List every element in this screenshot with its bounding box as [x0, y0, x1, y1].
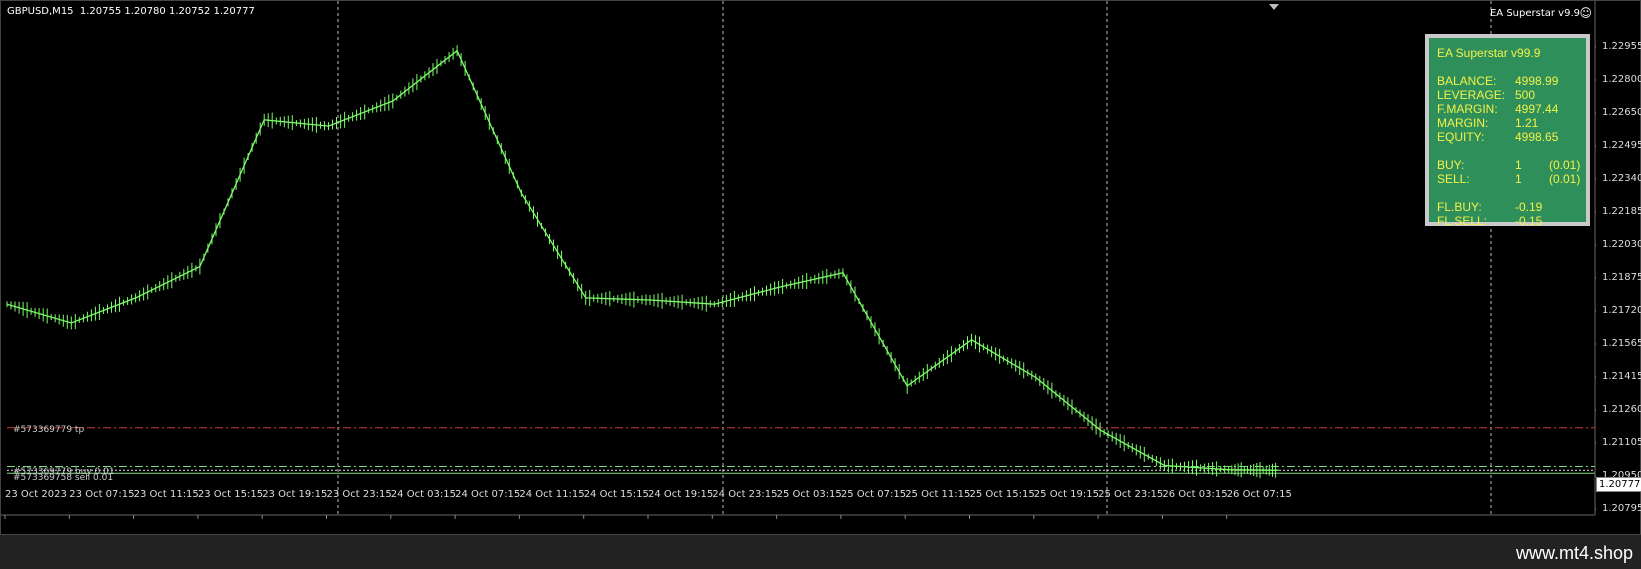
buy-lots: (0.01): [1549, 158, 1581, 172]
watermark-logo: www.mt4.shop: [1515, 543, 1633, 563]
price-tick-label: 1.22185: [1602, 206, 1641, 217]
sell-lots: (0.01): [1549, 172, 1581, 186]
floating-sell-label: FL.SELL:: [1437, 214, 1488, 228]
leverage-label: LEVERAGE:: [1437, 88, 1506, 102]
chart-window[interactable]: GBPUSD,M15 1.20755 1.20780 1.20752 1.207…: [0, 0, 1641, 547]
buy-label: BUY:: [1437, 158, 1465, 172]
price-tick-label: 1.21720: [1602, 305, 1641, 316]
time-tick-label: 24 Oct 11:15: [519, 489, 585, 500]
panel-title: EA Superstar v99.9: [1437, 46, 1541, 60]
time-tick-label: 23 Oct 11:15: [133, 489, 199, 500]
margin-value: 1.21: [1515, 116, 1539, 130]
floating-buy-label: FL.BUY:: [1437, 200, 1482, 214]
free-margin-label: F.MARGIN:: [1437, 102, 1498, 116]
price-chart[interactable]: [1, 1, 1596, 536]
sell-label: SELL:: [1437, 172, 1470, 186]
time-tick-label: 24 Oct 19:15: [648, 489, 714, 500]
time-tick-label: 23 Oct 19:15: [262, 489, 328, 500]
time-tick-label: 25 Oct 11:15: [905, 489, 971, 500]
price-tick-label: 1.22800: [1602, 74, 1641, 85]
time-tick-label: 26 Oct 03:15: [1162, 489, 1228, 500]
floating-buy-value: -0.19: [1515, 200, 1543, 214]
time-tick-label: 23 Oct 23:15: [326, 489, 392, 500]
price-tick-label: 1.22955: [1602, 41, 1641, 52]
floating-sell-value: -0.15: [1515, 214, 1543, 228]
time-tick-label: 24 Oct 23:15: [712, 489, 778, 500]
free-margin-value: 4997.44: [1515, 102, 1559, 116]
time-tick-label: 25 Oct 23:15: [1098, 489, 1164, 500]
chart-shift-marker-icon[interactable]: [1269, 4, 1279, 10]
time-tick-label: 23 Oct 15:15: [197, 489, 264, 500]
time-tick-label: 23 Oct 2023: [5, 489, 67, 500]
price-line: [6, 49, 1279, 471]
time-tick-label: 25 Oct 03:15: [776, 489, 842, 500]
footer-bar: www.mt4.shop: [0, 535, 1641, 569]
price-tick-label: 1.22340: [1602, 173, 1641, 184]
time-tick-label: 25 Oct 19:15: [1033, 489, 1099, 500]
margin-label: MARGIN:: [1437, 116, 1489, 130]
time-tick-label: 23 Oct 07:15: [69, 489, 135, 500]
price-tick-label: 1.21875: [1602, 272, 1641, 283]
buy-count: 1: [1515, 158, 1522, 172]
time-tick-label: 25 Oct 15:15: [969, 489, 1035, 500]
price-tick-label: 1.21260: [1602, 404, 1641, 415]
leverage-value: 500: [1515, 88, 1536, 102]
time-tick-label: 24 Oct 03:15: [390, 489, 456, 500]
price-tick-label: 1.22650: [1602, 107, 1641, 118]
ea-info-panel: EA Superstar v99.9 BALANCE: 4998.99 LEVE…: [1425, 34, 1590, 228]
price-tick-label: 1.20795: [1602, 503, 1641, 514]
price-tick-label: 1.21415: [1602, 371, 1641, 382]
equity-label: EQUITY:: [1437, 130, 1485, 144]
time-tick-label: 26 Oct 07:15: [1226, 489, 1292, 500]
equity-value: 4998.65: [1515, 130, 1559, 144]
current-price-tag: 1.20777: [1596, 477, 1641, 492]
sell-count: 1: [1515, 172, 1522, 186]
symbol-title: GBPUSD,M15 1.20755 1.20780 1.20752 1.207…: [7, 6, 255, 17]
time-tick-label: 25 Oct 07:15: [840, 489, 907, 500]
price-tick-label: 1.21105: [1602, 437, 1641, 448]
balance-label: BALANCE:: [1437, 74, 1497, 88]
time-tick-label: 24 Oct 07:15: [455, 489, 521, 500]
sell-order-label: #573369758 sell 0.01: [13, 473, 114, 483]
balance-value: 4998.99: [1515, 74, 1559, 88]
ea-indicator-label: EA Superstar v9.9: [1489, 8, 1580, 19]
time-tick-label: 24 Oct 15:15: [583, 489, 649, 500]
price-tick-label: 1.22030: [1602, 239, 1641, 250]
price-tick-label: 1.22495: [1602, 140, 1641, 151]
smile-icon[interactable]: ☺: [1579, 6, 1592, 20]
tp-order-label: #573369779 tp: [13, 425, 85, 435]
price-tick-label: 1.21565: [1602, 338, 1641, 349]
